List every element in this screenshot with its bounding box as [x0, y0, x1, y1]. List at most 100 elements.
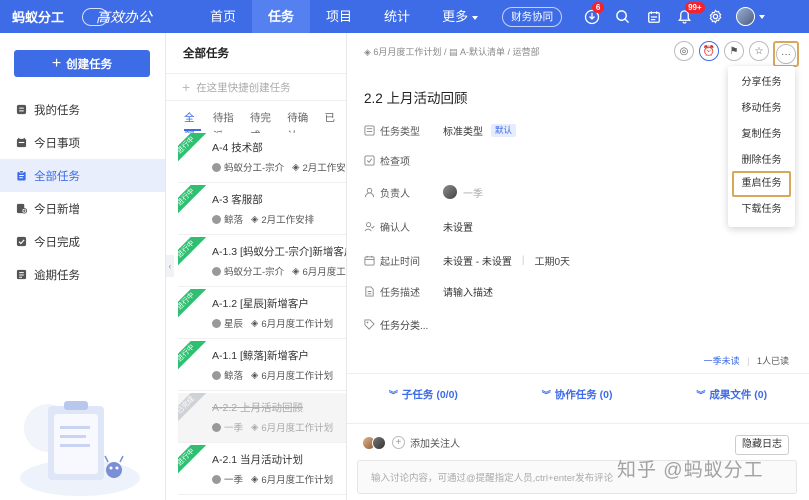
task-row[interactable]: 进行中 A-1.1 [鲸落]新增客户 鲸落 ◈ 6月月度工作计划	[178, 341, 346, 391]
sidebar-item-label: 我的任务	[34, 104, 80, 117]
quick-create-input[interactable]: + 在这里快捷创建任务	[166, 73, 346, 101]
collapse-sidebar-handle[interactable]: ‹	[166, 255, 174, 277]
task-project: 2月工作安排	[261, 215, 315, 226]
task-type-value[interactable]: 标准类型	[443, 123, 483, 138]
chevron-left-icon: ‹	[168, 261, 172, 271]
subtask-toggle[interactable]: ︾ 子任务 (0/0)	[389, 387, 458, 409]
notification-button[interactable]: 99+	[669, 0, 705, 33]
menu-item-download[interactable]: 下载任务	[732, 197, 791, 223]
result-files-toggle[interactable]: ︾ 成果文件 (0)	[696, 387, 767, 409]
settings-button[interactable]	[700, 0, 731, 33]
main-nav: 首页 任务 项目 统计 更多	[194, 0, 494, 33]
status-ribbon: 进行中	[178, 341, 207, 374]
calendar-button[interactable]	[638, 0, 669, 33]
read-count[interactable]: 1人已读	[757, 356, 789, 366]
list-icon: ▤	[448, 47, 460, 57]
task-filter-tabs: 全部 待指派 待完成 待确认 已	[166, 109, 346, 142]
assignee-avatar	[212, 318, 221, 328]
task-heading[interactable]: 2.2 上月活动回顾	[364, 87, 468, 107]
task-project: 6月月度工作计划	[261, 371, 334, 382]
tab-to-assign[interactable]: 待指派	[213, 109, 238, 142]
sync-button[interactable]: 6	[576, 0, 607, 33]
sidebar-item-all-tasks[interactable]: 全部任务	[0, 159, 165, 192]
task-title: A-1.1 [鲸落]新增客户	[212, 350, 309, 362]
my-task-icon	[16, 104, 27, 115]
task-row[interactable]: 进行中 A-1.2 [星辰]新增客户 星辰 ◈ 6月月度工作计划	[178, 289, 346, 339]
menu-item-share[interactable]: 分享任务	[732, 70, 791, 96]
sidebar-item-my-tasks[interactable]: 我的任务	[0, 93, 165, 126]
task-project: 6月月度工作计划	[261, 475, 334, 486]
description-input[interactable]: 请输入描述	[443, 284, 493, 299]
task-row[interactable]: 进行中 A-2.1 当月活动计划 一季 ◈ 6月月度工作计划	[178, 445, 346, 495]
nav-home[interactable]: 首页	[194, 0, 252, 33]
layers-icon: ◈	[251, 369, 259, 381]
task-assignee: 蚂蚁分工-宗介	[224, 267, 285, 278]
field-category[interactable]: 任务分类...	[364, 314, 428, 334]
nav-tasks[interactable]: 任务	[252, 0, 311, 33]
hide-log-button[interactable]: 隐藏日志	[735, 435, 789, 455]
nav-statistics[interactable]: 统计	[368, 0, 426, 33]
task-assignee: 一季	[224, 475, 244, 486]
finance-collab-button[interactable]: 财务协同	[502, 6, 563, 27]
brand-logo[interactable]: 蚂蚁分工	[12, 7, 72, 26]
checklist-icon	[364, 154, 375, 166]
plus-icon: +	[51, 54, 62, 72]
task-assignee: 鲸落	[224, 371, 244, 382]
add-watcher-button[interactable]: +	[392, 436, 405, 449]
tag-icon	[364, 318, 375, 330]
sidebar-item-label: 全部任务	[34, 170, 80, 183]
confirmer-value[interactable]: 未设置	[443, 219, 473, 234]
assignee-avatar	[212, 214, 221, 224]
field-label: 确认人	[380, 222, 410, 234]
add-watcher-label[interactable]: 添加关注人	[410, 435, 460, 450]
task-meta: 蚂蚁分工-宗介 ◈ 6月月度工作计划	[212, 264, 346, 278]
menu-item-restart[interactable]: 重启任务	[732, 171, 791, 197]
divider	[347, 373, 809, 374]
alarm-clock-icon: ⏰	[702, 45, 716, 57]
task-title: A-3 客服部	[212, 194, 263, 206]
category-label: 任务分类...	[380, 320, 429, 332]
tag-button[interactable]: ◎	[674, 41, 694, 61]
tab-all[interactable]: 全部	[184, 109, 201, 142]
detail-toolbar: ◎ ⏰ ⚑ ☆ ···	[669, 41, 799, 67]
collab-task-toggle[interactable]: ︾ 协作任务 (0)	[542, 387, 613, 409]
menu-item-move[interactable]: 移动任务	[732, 96, 791, 122]
document-icon	[365, 285, 374, 297]
tab-to-complete[interactable]: 待完成	[250, 109, 275, 142]
breadcrumb-sep: /	[443, 47, 447, 57]
more-button[interactable]: ···	[776, 44, 796, 64]
time-range-value[interactable]: 未设置 - 未设置	[443, 253, 512, 268]
sidebar-item-new-today[interactable]: 今日新增	[0, 192, 165, 225]
field-checklist[interactable]: 检查项	[364, 150, 435, 170]
task-row[interactable]: 进行中 A-4 技术部 蚂蚁分工-宗介 ◈ 2月工作安排	[178, 133, 346, 183]
task-row-selected[interactable]: 已完成 A-2.2 上月活动回顾 一季 ◈ 6月月度工作计划	[178, 393, 346, 443]
read-status: 一季未读 | 1人已读	[704, 354, 789, 367]
breadcrumb-project[interactable]: 6月月度工作计划	[373, 47, 441, 57]
sidebar-item-overdue[interactable]: 逾期任务	[0, 258, 165, 291]
search-button[interactable]	[607, 0, 638, 33]
new-task-icon	[16, 203, 27, 214]
tab-to-confirm[interactable]: 待确认	[287, 109, 312, 142]
flag-button[interactable]: ⚑	[724, 41, 744, 61]
task-row[interactable]: 进行中 A-3 客服部 鲸落 ◈ 2月工作安排	[178, 185, 346, 235]
breadcrumb-dept[interactable]: 运营部	[513, 47, 540, 57]
sidebar-item-done-today[interactable]: 今日完成	[0, 225, 165, 258]
assignee-avatar	[212, 266, 221, 276]
duration-value[interactable]: 工期0天	[535, 253, 571, 268]
tab-done-truncated[interactable]: 已	[325, 109, 336, 131]
nav-projects[interactable]: 项目	[310, 0, 368, 33]
create-task-button[interactable]: + 创建任务	[14, 50, 150, 77]
task-project: 6月月度工作计划	[261, 423, 334, 434]
assignee-value[interactable]: 一季	[463, 185, 483, 200]
nav-more[interactable]: 更多	[426, 0, 494, 33]
task-row[interactable]: 进行中 A-1.3 [蚂蚁分工-宗介]新增客户 蚂蚁分工-宗介 ◈ 6月月度工作…	[178, 237, 346, 287]
task-assignee: 蚂蚁分工-宗介	[224, 163, 285, 174]
menu-item-copy[interactable]: 复制任务	[732, 122, 791, 148]
more-button-highlight: ···	[773, 41, 799, 67]
unread-status[interactable]: 一季未读	[704, 356, 740, 366]
breadcrumb-list[interactable]: A-默认清单	[460, 47, 505, 57]
reminder-button[interactable]: ⏰	[699, 41, 719, 61]
star-button[interactable]: ☆	[749, 41, 769, 61]
user-menu[interactable]	[731, 0, 769, 33]
sidebar-item-today[interactable]: 今日事项	[0, 126, 165, 159]
